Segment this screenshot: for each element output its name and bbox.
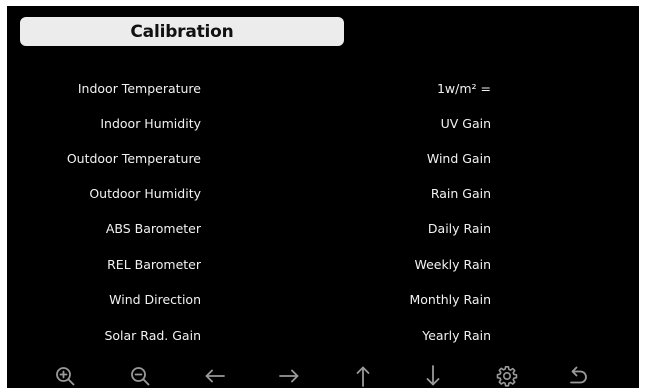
wind-gain-field[interactable]: 1.00 <box>496 148 625 168</box>
row-wind-gain: Wind Gain <box>347 148 493 168</box>
outdoor-temperature-label: Outdoor Temperature <box>66 150 201 166</box>
monthly-rain-label: Monthly Rain <box>409 291 492 307</box>
abs-barometer-label: ABS Barometer <box>105 220 201 236</box>
solar-rad-gain-field[interactable]: 1.00 <box>204 325 333 345</box>
row-yearly-rain: Yearly Rain <box>347 325 493 345</box>
yearly-rain-label: Yearly Rain <box>422 327 491 343</box>
row-weekly-rain: Weekly Rain <box>347 254 493 274</box>
calibration-screen: Calibration Indoor Temperature 77.7 °F I… <box>7 6 639 388</box>
uv-gain-label: UV Gain <box>440 115 491 131</box>
daily-rain-label: Daily Rain <box>427 220 491 236</box>
zoom-in-icon[interactable] <box>52 363 78 388</box>
gear-icon[interactable] <box>494 363 520 388</box>
yearly-rain-field[interactable]: 0.00 in <box>496 325 625 345</box>
row-daily-rain: Daily Rain <box>347 218 493 238</box>
daily-rain-field[interactable]: 0.00 in <box>496 218 625 238</box>
row-rel-barometer: REL Barometer <box>7 254 203 274</box>
arrow-up-icon[interactable] <box>350 363 376 388</box>
row-rain-gain: Rain Gain <box>347 183 493 203</box>
solar-rad-gain-label: Solar Rad. Gain <box>104 327 201 343</box>
row-indoor-temperature: Indoor Temperature <box>7 78 203 98</box>
lux-conversion-field[interactable]: 126.7 lux <box>496 78 625 98</box>
back-icon[interactable] <box>565 363 591 388</box>
row-lux-conversion: 1w/m² = <box>347 78 493 98</box>
monthly-rain-field[interactable]: 0.00 in <box>496 289 625 309</box>
rain-gain-label: Rain Gain <box>430 185 491 201</box>
zoom-out-icon[interactable] <box>127 363 153 388</box>
row-outdoor-humidity: Outdoor Humidity <box>7 183 203 203</box>
arrow-down-icon[interactable] <box>420 363 446 388</box>
row-wind-direction: Wind Direction <box>7 289 203 309</box>
indoor-humidity-field[interactable]: 67 % <box>204 113 333 133</box>
indoor-temperature-label: Indoor Temperature <box>77 80 201 96</box>
page-title: Calibration <box>20 17 344 46</box>
rel-barometer-label: REL Barometer <box>107 256 201 272</box>
outdoor-temperature-field[interactable]: 77.2 °F <box>204 148 333 168</box>
arrow-right-icon[interactable] <box>276 363 302 388</box>
bottom-toolbar <box>7 361 639 388</box>
row-uv-gain: UV Gain <box>347 113 493 133</box>
rain-gain-field[interactable]: 1.00 <box>496 183 625 203</box>
wind-direction-field[interactable]: 58 <box>204 289 333 309</box>
indoor-temperature-field[interactable]: 77.7 °F <box>204 78 333 98</box>
weekly-rain-label: Weekly Rain <box>414 256 491 272</box>
row-abs-barometer: ABS Barometer <box>7 218 203 238</box>
weekly-rain-field[interactable]: 0.00 in <box>496 254 625 274</box>
row-solar-rad-gain: Solar Rad. Gain <box>7 325 203 345</box>
outdoor-humidity-field[interactable]: 65 % <box>204 183 333 203</box>
lux-conversion-label: 1w/m² = <box>436 80 491 96</box>
wind-direction-label: Wind Direction <box>109 291 201 307</box>
abs-barometer-field[interactable]: 29.78 inHg <box>204 218 333 238</box>
wind-gain-label: Wind Gain <box>426 150 491 166</box>
row-indoor-humidity: Indoor Humidity <box>7 113 203 133</box>
uv-gain-field[interactable]: 1.00 <box>496 113 625 133</box>
arrow-left-icon[interactable] <box>202 363 228 388</box>
row-monthly-rain: Monthly Rain <box>347 289 493 309</box>
outdoor-humidity-label: Outdoor Humidity <box>89 185 201 201</box>
indoor-humidity-label: Indoor Humidity <box>100 115 201 131</box>
rel-barometer-field[interactable]: 29.78 inHg <box>204 254 333 274</box>
row-outdoor-temperature: Outdoor Temperature <box>7 148 203 168</box>
